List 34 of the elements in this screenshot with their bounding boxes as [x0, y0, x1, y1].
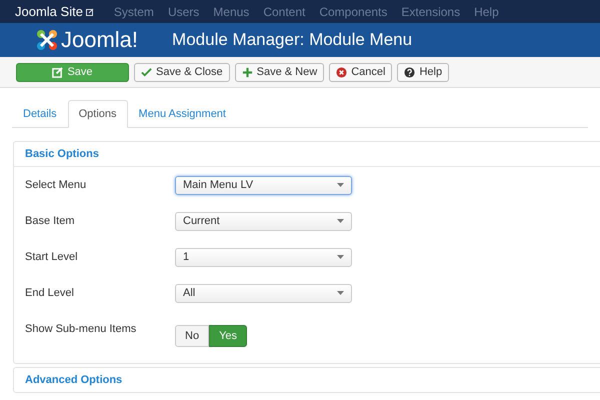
- toolbar-button[interactable]: Help: [397, 62, 450, 82]
- select-field[interactable]: Main Menu LV: [175, 176, 352, 194]
- field-label: Select Menu: [25, 178, 88, 193]
- select-field[interactable]: All: [175, 284, 352, 302]
- select-field[interactable]: Current: [175, 212, 352, 230]
- field-label: End Level: [25, 286, 75, 301]
- dropdown-caret-icon: [337, 219, 344, 223]
- site-link[interactable]: Joomla Site: [15, 2, 83, 22]
- panel-title: Basic Options: [25, 146, 99, 162]
- field-label: Base Item: [25, 214, 76, 229]
- plus-icon: [242, 66, 253, 78]
- joomla-logo-icon: [36, 29, 58, 51]
- dropdown-caret-icon: [337, 291, 344, 295]
- tab[interactable]: Details: [12, 100, 68, 128]
- toolbar-button[interactable]: Cancel: [329, 62, 392, 82]
- dropdown-caret-icon: [337, 183, 344, 187]
- help-icon: [404, 66, 416, 78]
- external-link-icon: [86, 8, 94, 16]
- toggle-option[interactable]: No: [175, 325, 210, 347]
- dropdown-caret-icon: [337, 255, 344, 259]
- toolbar-button[interactable]: Save & New: [234, 62, 324, 82]
- toggle-option[interactable]: Yes: [209, 325, 248, 347]
- tab[interactable]: Options: [68, 100, 128, 128]
- tab[interactable]: Menu Assignment: [128, 100, 237, 128]
- check-icon: [141, 66, 152, 78]
- page-title: Module Manager: Module Menu: [172, 29, 412, 52]
- logo-text: Joomla!: [61, 29, 138, 51]
- field-label: Show Sub-menu Items: [25, 322, 138, 337]
- select-field[interactable]: 1: [175, 248, 352, 266]
- toolbar-button[interactable]: Save & Close: [134, 62, 230, 82]
- panel-title: Advanced Options: [25, 372, 122, 388]
- edit-icon: [52, 66, 64, 78]
- cancel-icon: [336, 66, 348, 78]
- field-label: Start Level: [25, 250, 79, 265]
